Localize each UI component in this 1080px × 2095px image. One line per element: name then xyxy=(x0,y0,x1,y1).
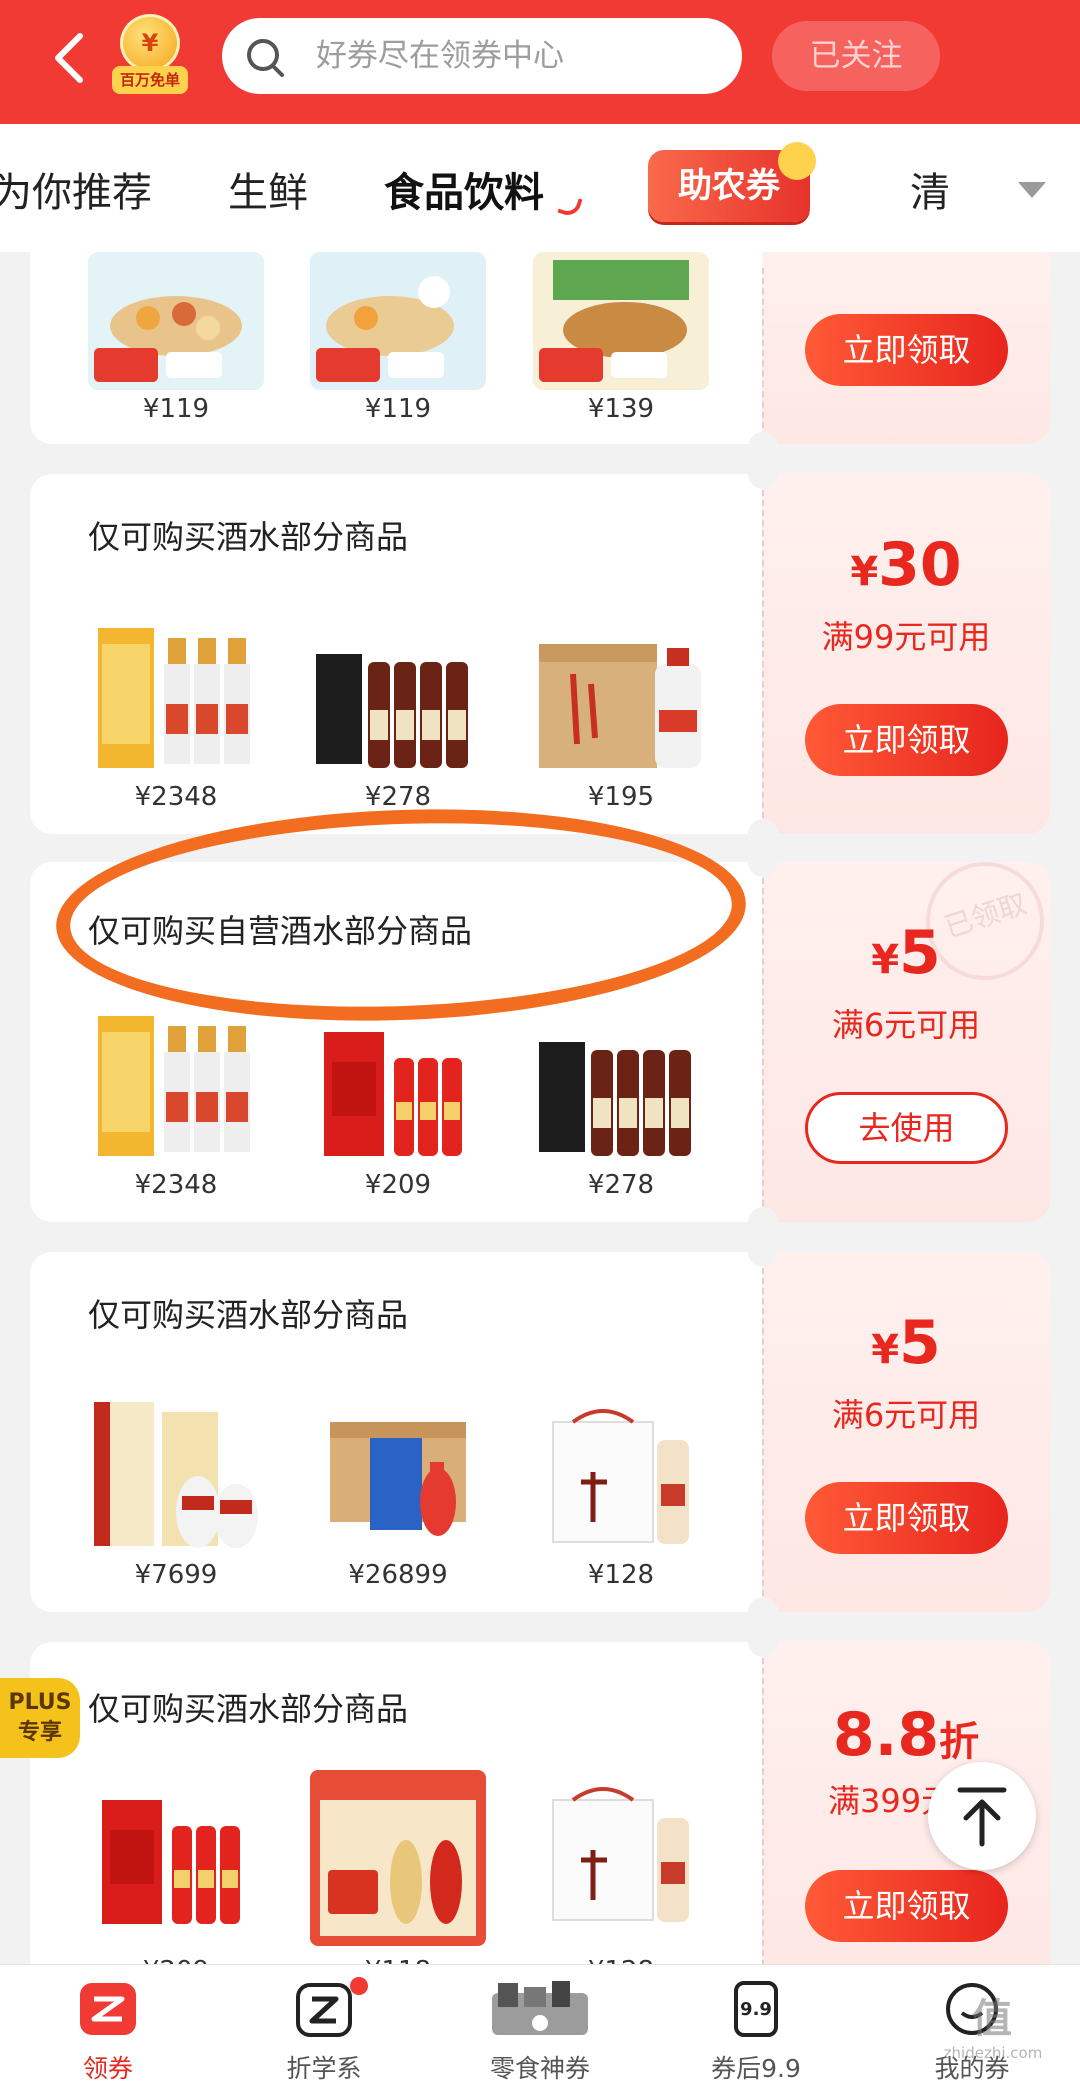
coupon-amount: ¥5 xyxy=(871,918,941,988)
product-price: ¥119 xyxy=(142,394,210,424)
coupon-tab-icon xyxy=(80,1983,136,2035)
product-price: ¥119 xyxy=(364,394,432,424)
product-image xyxy=(324,1032,462,1156)
coupon-card: 仅可购买酒水部分商品 ¥209 ¥118 ¥128 8.8折 满399元 立即领… xyxy=(30,1642,1050,1982)
product-image xyxy=(316,654,468,768)
promo-tag-icon xyxy=(778,142,816,180)
product-image xyxy=(330,1422,466,1536)
product-price: ¥2348 xyxy=(134,1170,218,1200)
coupon-card: ¥119 ¥119 ¥139 立即领取 xyxy=(30,252,1050,444)
more-tabs-button[interactable] xyxy=(988,124,1080,252)
coupon-card: 仅可购买酒水部分商品 ¥2348 ¥278 ¥195 ¥30 满99元可用 立即… xyxy=(30,474,1050,834)
coupon-title: 仅可购买酒水部分商品 xyxy=(88,1690,409,1728)
badge-label: 百万免单 xyxy=(112,66,188,94)
tab-recommend[interactable]: 为你推荐 xyxy=(0,160,152,218)
product-image xyxy=(533,252,709,390)
top-bar: ¥ 百万免单 好券尽在领券中心 已关注 xyxy=(0,0,1080,124)
tab-food-drinks[interactable]: 食品饮料 xyxy=(384,160,544,218)
product-image xyxy=(310,1770,486,1946)
product-image xyxy=(94,1402,258,1548)
nav-label: 折学系 xyxy=(286,2054,362,2083)
coupon-amount: ¥30 xyxy=(850,530,962,600)
snacks-icon xyxy=(492,1981,588,2035)
coupon-condition: 满6元可用 xyxy=(831,1396,981,1434)
z-icon xyxy=(296,1983,352,2037)
chevron-down-icon xyxy=(1018,182,1046,198)
product-image xyxy=(552,1409,689,1544)
nine-nine-icon-text: 9.9 xyxy=(740,1999,772,2020)
category-tabs: 为你推荐 生鲜 食品饮料 助农券 清 xyxy=(0,124,1080,252)
coupon-card: 仅可购买酒水部分商品 ¥7699 ¥26899 ¥128 ¥5 满6元可用 立即… xyxy=(30,1252,1050,1612)
product-image xyxy=(88,252,264,390)
nav-get-coupons[interactable]: 领券 xyxy=(0,1965,216,2095)
search-input[interactable]: 好券尽在领券中心 xyxy=(222,18,742,94)
product-image xyxy=(310,252,486,390)
product-image xyxy=(98,628,250,768)
product-price: ¥26899 xyxy=(348,1560,448,1590)
back-to-top-button[interactable] xyxy=(928,1762,1036,1870)
tab-clear[interactable]: 清 xyxy=(910,160,950,218)
nav-label: 领券 xyxy=(82,2054,133,2083)
product-image xyxy=(102,1800,240,1924)
product-image xyxy=(539,1042,691,1156)
nav-label: 零食神券 xyxy=(489,2054,590,2083)
claim-button[interactable]: 立即领取 xyxy=(805,1870,1008,1942)
product-price: ¥209 xyxy=(364,1170,432,1200)
claim-button[interactable]: 立即领取 xyxy=(805,1482,1008,1554)
claim-button[interactable]: 立即领取 xyxy=(805,704,1008,776)
product-image xyxy=(98,1016,250,1156)
plus-exclusive-badge: PLUS专享 xyxy=(0,1678,80,1758)
coupon-discount: 8.8折 xyxy=(832,1700,980,1770)
coupon-title: 仅可购买酒水部分商品 xyxy=(88,1296,409,1334)
tab-fresh[interactable]: 生鲜 xyxy=(228,160,308,218)
coupon-amount: ¥5 xyxy=(871,1308,941,1378)
product-image xyxy=(539,644,701,768)
product-price: ¥7699 xyxy=(134,1560,218,1590)
nav-zhexue[interactable]: 折学系 xyxy=(216,1965,432,2095)
coupon-condition: 满6元可用 xyxy=(831,1006,981,1044)
product-image xyxy=(552,1787,689,1922)
back-icon[interactable] xyxy=(40,26,100,90)
coupon-title: 仅可购买酒水部分商品 xyxy=(88,518,409,556)
watermark: 值 zhidezhi.com xyxy=(943,1996,1043,2062)
product-price: ¥278 xyxy=(587,1170,655,1200)
product-price: ¥128 xyxy=(587,1560,655,1590)
coin-icon: ¥ xyxy=(120,14,180,72)
product-price: ¥2348 xyxy=(134,782,218,812)
free-order-badge[interactable]: ¥ 百万免单 xyxy=(112,14,188,98)
arrow-up-icon xyxy=(957,1787,1007,1847)
product-price: ¥195 xyxy=(587,782,655,812)
nav-label: 券后9.9 xyxy=(711,2054,801,2083)
product-price: ¥139 xyxy=(587,394,655,424)
claim-button[interactable]: 立即领取 xyxy=(805,314,1008,386)
coupon-condition: 满99元可用 xyxy=(821,618,991,656)
search-icon xyxy=(247,39,284,77)
follow-button[interactable]: 已关注 xyxy=(772,21,940,91)
nav-after-coupon-9.9[interactable]: 9.9 券后9.9 xyxy=(648,1965,864,2095)
search-placeholder: 好券尽在领券中心 xyxy=(316,38,564,74)
product-price: ¥278 xyxy=(364,782,432,812)
use-coupon-button[interactable]: 去使用 xyxy=(805,1092,1008,1164)
nav-snack-coupons[interactable]: 零食神券 xyxy=(432,1965,648,2095)
active-tab-indicator xyxy=(557,193,583,219)
notification-dot xyxy=(350,1977,368,1995)
